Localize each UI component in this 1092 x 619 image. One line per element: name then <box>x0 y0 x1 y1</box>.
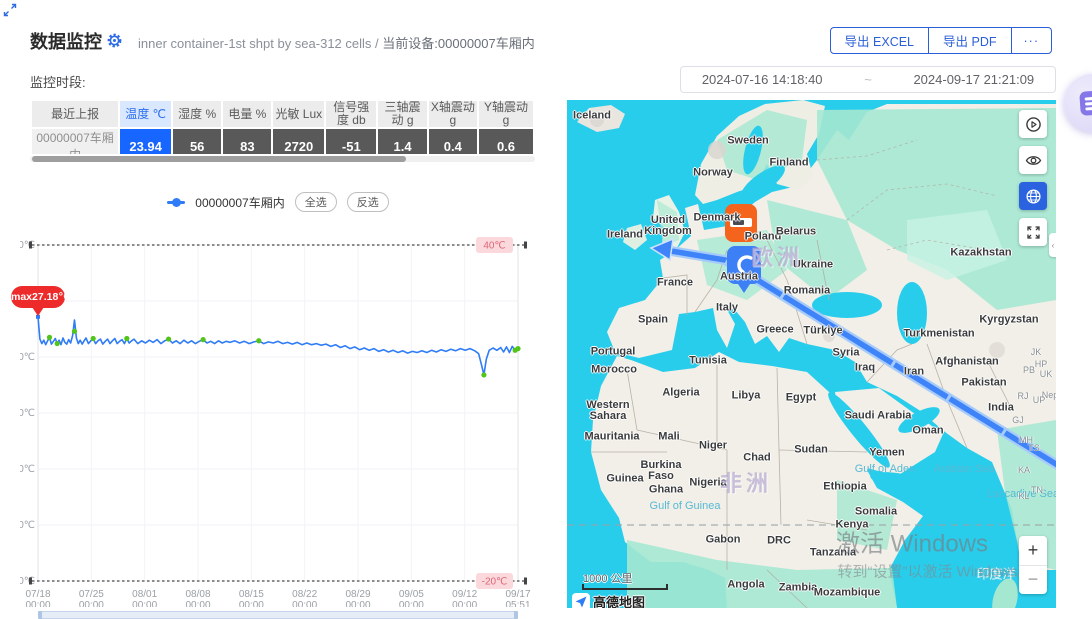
svg-text:08/22: 08/22 <box>292 589 317 600</box>
legend-series-marker <box>167 201 185 204</box>
svg-text:09/17: 09/17 <box>505 589 530 600</box>
sensor-value-cell: 23.94 <box>120 129 171 154</box>
map-zoom-control: + − <box>1019 536 1047 594</box>
svg-text:00:00: 00:00 <box>185 600 210 607</box>
amap-logo-text: 高德地图 <box>593 592 645 608</box>
column-header-4[interactable]: 光敏 Lux <box>273 101 324 127</box>
sensor-value-cell: 1.4 <box>378 129 426 154</box>
export-pdf-button[interactable]: 导出 PDF <box>928 27 1011 54</box>
breadcrumb-device: 当前设备:00000007车厢内 <box>382 36 534 51</box>
svg-text:05:51: 05:51 <box>505 600 530 607</box>
svg-text:00:00: 00:00 <box>132 600 157 607</box>
chart-legend: 00000007车厢内 全选 反选 <box>0 192 556 212</box>
map-scale-bar <box>582 584 668 590</box>
svg-text:-10℃: -10℃ <box>20 520 35 531</box>
export-button-group: 导出 EXCEL 导出 PDF ··· <box>830 27 1052 54</box>
sensor-value-cell: 0.6 <box>479 129 533 154</box>
fullscreen-icon <box>1026 225 1041 240</box>
chart-datazoom-slider[interactable] <box>38 611 518 619</box>
monitor-period-label: 监控时段: <box>30 72 86 91</box>
more-actions-button[interactable]: ··· <box>1011 27 1053 54</box>
windows-activation-watermark-2: 转到“设置”以激活 Windows。 <box>837 561 1032 582</box>
svg-text:20℃: 20℃ <box>20 352 35 363</box>
temperature-line-chart[interactable]: 07/1800:0007/2500:0008/0100:0008/0800:00… <box>20 235 545 607</box>
svg-text:00:00: 00:00 <box>452 600 477 607</box>
svg-text:40℃: 40℃ <box>483 241 505 252</box>
play-icon <box>1032 121 1036 126</box>
svg-text:00:00: 00:00 <box>292 600 317 607</box>
svg-text:08/01: 08/01 <box>132 589 157 600</box>
zoom-out-button[interactable]: − <box>1019 565 1047 595</box>
map-layer-globe-button[interactable] <box>1019 182 1047 210</box>
container-marker <box>725 204 757 242</box>
svg-text:00:00: 00:00 <box>79 600 104 607</box>
column-header-1[interactable]: 温度 ℃ <box>120 101 171 127</box>
paper-plane-icon <box>576 596 587 607</box>
device-name-cell: 00000007车厢内 <box>32 129 118 154</box>
svg-text:08/29: 08/29 <box>345 589 370 600</box>
export-excel-button[interactable]: 导出 EXCEL <box>830 27 929 54</box>
svg-text:-20℃: -20℃ <box>482 577 508 588</box>
column-header-6[interactable]: 三轴震动 g <box>378 101 426 127</box>
collapse-panel-icon[interactable] <box>3 3 17 17</box>
visibility-button[interactable] <box>1019 146 1047 174</box>
svg-text:08/08: 08/08 <box>185 589 210 600</box>
max-value-balloon: max27.18℃ <box>11 286 65 308</box>
svg-text:07/25: 07/25 <box>79 589 104 600</box>
settings-gear-icon[interactable] <box>106 32 123 49</box>
column-header-0[interactable]: 最近上报 <box>32 101 118 127</box>
range-separator: ~ <box>864 72 872 87</box>
sensor-value-cell: 2720 <box>273 129 324 154</box>
collapse-tab-handle[interactable]: ‹ <box>1049 233 1056 257</box>
breadcrumb-separator: / <box>375 36 379 51</box>
breadcrumb-project: inner container-1st shpt by sea-312 cell… <box>138 36 371 51</box>
date-range-picker[interactable]: 2024-07-16 14:18:40 ~ 2024-09-17 21:21:0… <box>680 66 1056 93</box>
range-start-value[interactable]: 2024-07-16 14:18:40 <box>702 72 823 87</box>
floating-assistant-widget[interactable] <box>1064 74 1092 132</box>
sensor-value-cell: -51 <box>326 129 376 154</box>
invert-selection-button[interactable]: 反选 <box>347 192 389 212</box>
max-value-balloon-tail <box>32 307 44 316</box>
notes-doc-icon <box>1079 90 1092 116</box>
sensor-value-cell: 56 <box>173 129 221 154</box>
column-header-3[interactable]: 电量 % <box>223 101 271 127</box>
table-scrollbar-track[interactable] <box>30 156 535 162</box>
svg-text:00:00: 00:00 <box>25 600 50 607</box>
svg-text:09/05: 09/05 <box>399 589 424 600</box>
sensor-value-cell: 0.4 <box>429 129 477 154</box>
svg-text:00:00: 00:00 <box>239 600 264 607</box>
svg-text:07/18: 07/18 <box>25 589 50 600</box>
column-header-5[interactable]: 信号强度 db <box>326 101 376 127</box>
svg-text:08/15: 08/15 <box>239 589 264 600</box>
page-title: 数据监控 <box>30 28 102 54</box>
svg-text:00:00: 00:00 <box>345 600 370 607</box>
data-monitor-page: 数据监控 inner container-1st shpt by sea-312… <box>0 0 1092 619</box>
zoom-in-button[interactable]: + <box>1019 536 1047 565</box>
table-scrollbar-thumb[interactable] <box>32 156 406 162</box>
column-header-2[interactable]: 湿度 % <box>173 101 221 127</box>
amap-logo-icon <box>572 593 590 609</box>
fullscreen-button[interactable] <box>1019 218 1047 246</box>
sensor-table-wrap: 最近上报温度 ℃湿度 %电量 %光敏 Lux信号强度 db三轴震动 gX轴震动 … <box>30 99 535 154</box>
legend-series-label[interactable]: 00000007车厢内 <box>195 194 284 211</box>
sensor-table: 最近上报温度 ℃湿度 %电量 %光敏 Lux信号强度 db三轴震动 gX轴震动 … <box>30 99 535 154</box>
column-header-7[interactable]: X轴震动 g <box>429 101 477 127</box>
windows-activation-watermark: 激活 Windows <box>836 524 988 559</box>
svg-text:00:00: 00:00 <box>399 600 424 607</box>
svg-text:10℃: 10℃ <box>20 408 35 419</box>
temperature-chart-area: 07/1800:0007/2500:0008/0100:0008/0800:00… <box>20 235 545 619</box>
select-all-button[interactable]: 全选 <box>295 192 337 212</box>
route-map-canvas[interactable]: IcelandSwedenNorwayFinlandDenmarkUnitedK… <box>567 100 1056 608</box>
sensor-value-cell: 83 <box>223 129 271 154</box>
svg-text:0℃: 0℃ <box>20 464 35 475</box>
breadcrumb: inner container-1st shpt by sea-312 cell… <box>138 33 535 52</box>
play-track-button[interactable] <box>1019 110 1047 138</box>
range-end-value[interactable]: 2024-09-17 21:21:09 <box>913 72 1034 87</box>
map-attribution[interactable]: 高德地图 <box>572 592 645 608</box>
svg-text:09/12: 09/12 <box>452 589 477 600</box>
column-header-8[interactable]: Y轴震动 g <box>479 101 533 127</box>
